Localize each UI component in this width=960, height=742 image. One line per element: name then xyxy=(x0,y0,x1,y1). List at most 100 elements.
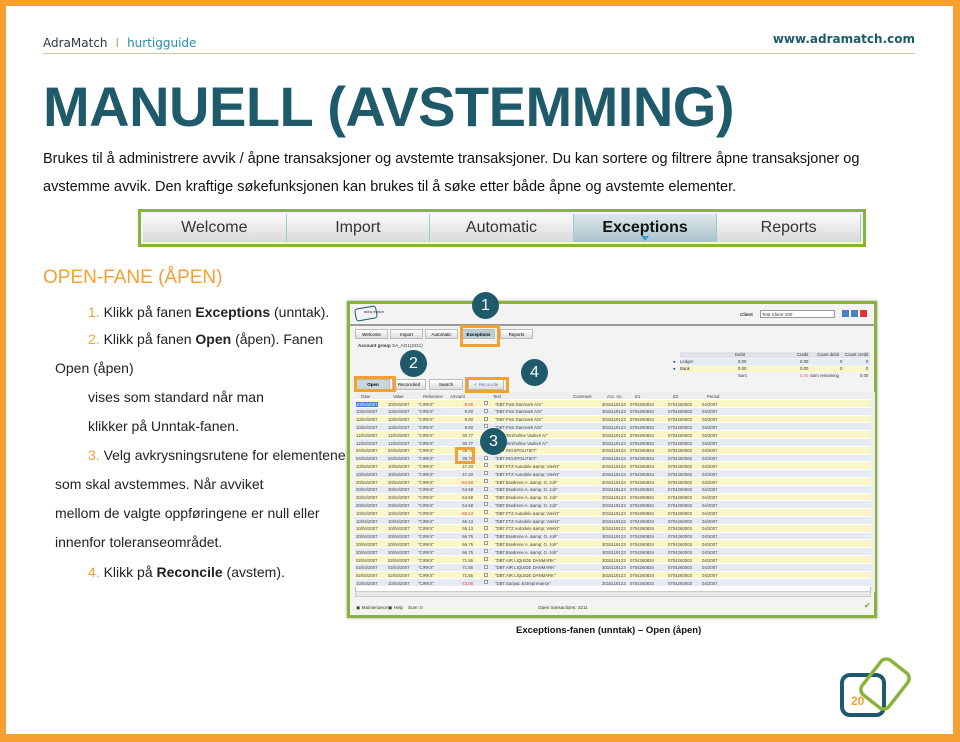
row-checkbox[interactable] xyxy=(484,502,488,507)
column-header[interactable]: Comment xyxy=(573,394,592,399)
nav-tab-import[interactable]: Import xyxy=(286,214,431,242)
maximize-icon[interactable] xyxy=(851,310,858,317)
table-row[interactable]: 10/04/2007 10/04/2007 "CIRKX" 9.00 "DBT.Post… xyxy=(355,423,871,432)
minimize-icon[interactable] xyxy=(842,310,849,317)
column-header[interactable]: Reference xyxy=(423,394,443,399)
row-checkbox[interactable] xyxy=(484,580,488,585)
table-row[interactable]: 10/04/2007 10/04/2007 "CIRKX" 47.20 "DBT.FTZ… xyxy=(355,462,871,471)
cell-amount: 66.75 xyxy=(462,534,473,540)
nav-tab-automatic[interactable]: Automatic xyxy=(430,214,574,242)
table-row[interactable]: 10/04/2007 10/04/2007 "CIRKX" -55.13 "DBT.FT… xyxy=(355,509,871,517)
row-checkbox[interactable] xyxy=(484,424,488,429)
vertical-scrollbar[interactable] xyxy=(871,392,875,592)
cell-text: "DBT.FTZ Autodele &amp; Værkt" xyxy=(495,526,560,532)
row-checkbox[interactable] xyxy=(484,518,488,522)
page-title: MANUELL (AVSTEMMING) xyxy=(43,75,734,138)
table-row[interactable]: 10/04/2007 10/04/2007 "CIRKX" 9.00 "DBT.Post… xyxy=(355,407,871,416)
table-row[interactable]: 10/04/2007 10/04/2007 "CIRKX" 47.20 "DBT.FTZ… xyxy=(355,470,871,478)
client-select[interactable]: Test Client 100 xyxy=(760,310,835,318)
nav-tab-welcome[interactable]: Welcome xyxy=(143,214,287,242)
row-checkbox[interactable] xyxy=(484,416,488,421)
table-row[interactable]: 04/04/2007 04/04/2007 "CIRKX" 39.76 "DBT.RIG… xyxy=(355,454,871,463)
table-row[interactable]: 20/04/2007 20/04/2007 "CIRKX" 54.58 "DBT.Brø… xyxy=(355,493,871,502)
cell-e2: 0704260003 xyxy=(668,534,692,540)
step-line: klikker på Unntak-fanen. xyxy=(88,418,239,434)
cell-amount: 66.75 xyxy=(462,549,473,555)
app-tab-automatic[interactable]: Automatic xyxy=(425,329,458,339)
table-row[interactable]: 02/04/2007 02/04/2007 "CIRKX" 71.55 "DBT.AIR… xyxy=(355,571,871,580)
cell-acc-no: 3015119123 xyxy=(602,417,626,423)
nav-tab-exceptions[interactable]: Exceptions xyxy=(573,214,718,242)
website-link[interactable]: www.adramatch.com xyxy=(773,32,915,46)
logo-text: adra match xyxy=(364,309,385,314)
nav-tab-reports[interactable]: Reports xyxy=(717,214,861,242)
column-header[interactable]: Date xyxy=(361,394,370,399)
row-checkbox[interactable] xyxy=(484,549,488,554)
highlight-amounts xyxy=(455,447,475,464)
row-checkbox[interactable] xyxy=(484,525,488,530)
column-header[interactable]: Acc. no xyxy=(607,394,621,399)
row-checkbox[interactable] xyxy=(484,494,488,499)
help-button[interactable]: ▣ Help xyxy=(388,605,403,611)
row-checkbox[interactable] xyxy=(484,557,488,561)
table-row[interactable]: 10/04/2007 10/04/2007 "CIRKX" 9.00 "DBT.Post… xyxy=(355,415,871,424)
cell-reference: "CIRKX" xyxy=(418,479,435,485)
table-row[interactable]: 20/04/2007 20/04/2007 "CIRKX" 66.75 "DBT.Brø… xyxy=(355,532,871,541)
app-tab-welcome[interactable]: Welcome xyxy=(355,329,388,339)
cell-text: "DBT.Post Danmark A/S" xyxy=(495,424,543,430)
cell-date: 10/04/2007 xyxy=(356,409,378,415)
cell-e2: 0704260003 xyxy=(668,557,692,563)
column-header[interactable]: Amount xyxy=(450,394,465,399)
table-row[interactable]: 20/04/2007 20/04/2007 "CIRKX" -54.58 "DBT.Br… xyxy=(355,478,871,486)
table-row[interactable]: 10/04/2007 10/04/2007 "CIRKX" -73.00 "DBT.Sa… xyxy=(355,579,871,588)
account-group-value[interactable]: SA_AG1(2211) xyxy=(392,343,423,348)
cell-acc-no: 3015119123 xyxy=(602,510,626,516)
row-checkbox[interactable] xyxy=(484,455,488,460)
row-checkbox[interactable] xyxy=(484,408,488,413)
app-tab-reports[interactable]: Reports xyxy=(500,329,533,339)
table-row[interactable]: 02/04/2007 02/04/2007 "CIRKX" 71.55 "DBT.AIR… xyxy=(355,556,871,564)
ok-check-icon: ✔ xyxy=(864,601,871,610)
table-row[interactable]: 20/04/2007 20/04/2007 "CIRKX" 54.58 "DBT.Brø… xyxy=(355,501,871,510)
row-checkbox[interactable] xyxy=(484,401,488,405)
column-header[interactable]: Period xyxy=(707,394,719,399)
subtab-search[interactable]: Search xyxy=(429,379,463,390)
row-checkbox[interactable] xyxy=(484,564,488,569)
row-checkbox[interactable] xyxy=(484,486,488,491)
app-tab-import[interactable]: Import xyxy=(390,329,423,339)
row-checkbox[interactable] xyxy=(484,479,488,483)
table-row[interactable]: 12/04/2007 12/04/2007 "CIRKX" 30.77 "DBT.Tor… xyxy=(355,431,871,439)
cell-period: 04/2007 xyxy=(702,526,718,532)
table-row[interactable]: 20/04/2007 20/04/2007 "CIRKX" 54.58 "DBT.Brø… xyxy=(355,485,871,494)
table-row[interactable]: 02/04/2007 02/04/2007 "CIRKX" 71.55 "DBT.AIR… xyxy=(355,563,871,572)
table-row[interactable]: 10/04/2007 10/04/2007 "CIRKX" 55.13 "DBT.FTZ… xyxy=(355,524,871,533)
column-header[interactable]: Value xyxy=(393,394,404,399)
table-row[interactable]: 12/04/2007 12/04/2007 "CIRKX" 30.77 "DBT.Tor… xyxy=(355,439,871,447)
table-row[interactable]: 10/04/2007 10/04/2007 "CIRKX" -9.00 "DBT.Pos… xyxy=(355,400,871,408)
table-row[interactable]: 20/04/2007 20/04/2007 "CIRKX" 66.75 "DBT.Brø… xyxy=(355,540,871,549)
step-number: 3. xyxy=(88,447,100,463)
table-row[interactable]: 04/04/2007 04/04/2007 "CIRKX" 39.76 "DBT.RIG… xyxy=(355,446,871,455)
cell-reference: "CIRKX" xyxy=(418,424,435,430)
horizontal-scrollbar[interactable] xyxy=(355,591,871,597)
close-icon[interactable] xyxy=(860,310,867,317)
row-checkbox[interactable] xyxy=(484,541,488,546)
cell-amount: -9.00 xyxy=(463,401,473,407)
subtab-reconciled[interactable]: Reconciled xyxy=(392,379,426,390)
table-row[interactable]: 10/04/2007 10/04/2007 "CIRKX" 55.13 "DBT.FTZ… xyxy=(355,517,871,525)
cell-acc-no: 3015119123 xyxy=(602,518,626,524)
row-checkbox[interactable] xyxy=(484,572,488,577)
cell-text: "DBT.FTZ Autodele &amp; Værkt" xyxy=(495,518,560,524)
column-header[interactable]: E1 xyxy=(635,394,640,399)
cell-e2: 0704260003 xyxy=(668,573,692,579)
row-checkbox[interactable] xyxy=(484,533,488,538)
table-row[interactable]: 20/04/2007 20/04/2007 "CIRKX" 66.75 "DBT.Brø… xyxy=(355,548,871,556)
column-header[interactable]: E2 xyxy=(673,394,678,399)
row-checkbox[interactable] xyxy=(484,510,488,515)
row-checkbox[interactable] xyxy=(484,471,488,476)
main-nav-image: Welcome Import Automatic Exceptions Repo… xyxy=(138,209,866,247)
column-header[interactable]: Text xyxy=(493,394,501,399)
cell-value: 10/04/2007 xyxy=(388,463,410,469)
row-checkbox[interactable] xyxy=(484,463,488,468)
maintenance-button[interactable]: ▣ Maintenance xyxy=(356,605,388,611)
